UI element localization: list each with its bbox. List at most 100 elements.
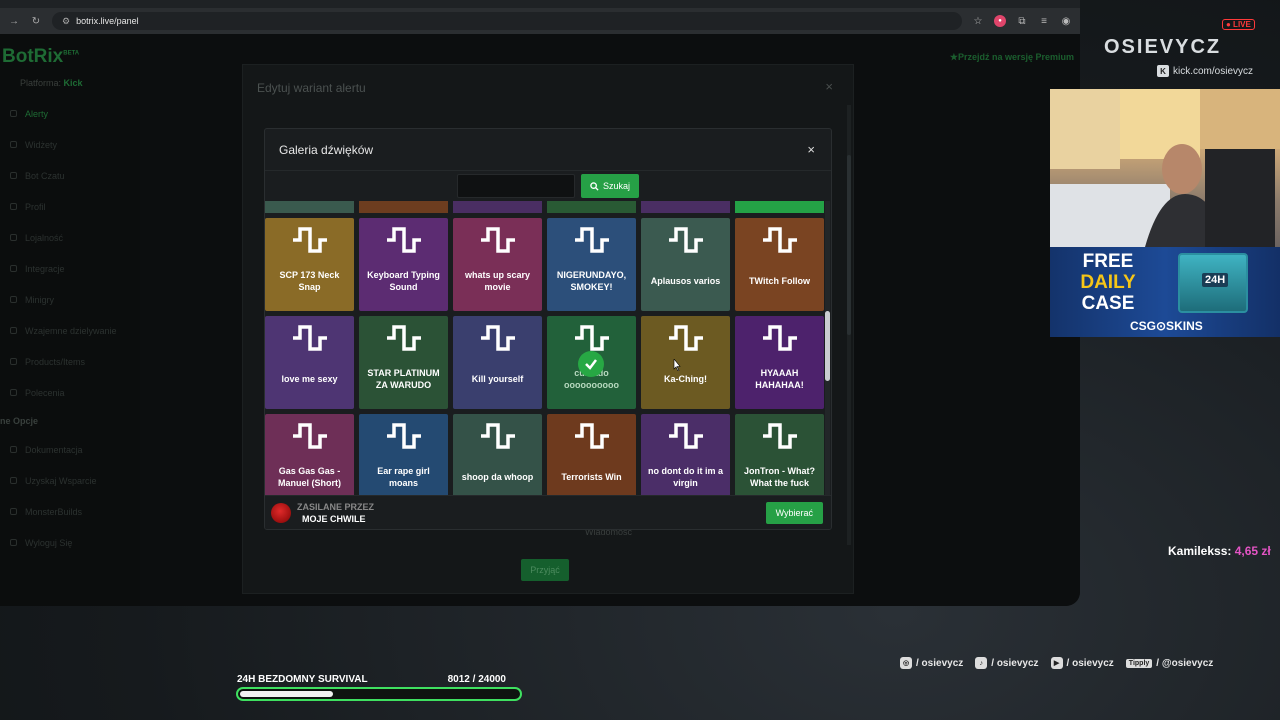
sound-wave-icon — [385, 324, 423, 352]
stream-frame: → ↻ ⚙ botrix.live/panel ☆ ● ⧉ ≡ ◉ BotRix… — [0, 0, 1280, 720]
social-handle: / osievycz — [1066, 657, 1114, 669]
goal-progress-bar — [236, 687, 522, 701]
choose-button[interactable]: Wybierać — [765, 501, 823, 524]
sound-wave-icon — [667, 226, 705, 254]
sound-tile[interactable]: love me sexy — [265, 316, 354, 409]
sidebar-item-icon — [10, 508, 17, 515]
search-button-label: Szukaj — [602, 181, 630, 191]
sound-tile[interactable]: SCP 173 Neck Snap — [265, 218, 354, 311]
botrix-logo[interactable]: BotRixBETA — [0, 46, 140, 68]
sound-tile[interactable]: Ear rape girl moans — [359, 414, 448, 497]
sound-tile[interactable]: Gas Gas Gas - Manuel (Short) — [265, 414, 354, 497]
sidebar-item[interactable]: Wzajemne dzielywanie — [0, 315, 140, 346]
sidebar-item[interactable]: Dokumentacja — [0, 434, 140, 465]
sound-search-input[interactable] — [456, 174, 575, 198]
reading-list-icon[interactable]: ≡ — [1038, 15, 1050, 27]
accept-button[interactable]: Przyjąć — [521, 559, 569, 581]
reload-icon[interactable]: ↻ — [30, 16, 42, 27]
promo-headline: FREE DAILY CASE — [1078, 251, 1138, 314]
promo-line-3: CASE — [1081, 293, 1135, 314]
sidebar-section-heading: ne Opcje — [0, 416, 39, 426]
sound-tile[interactable]: STAR PLATINUM ZA WARUDO — [359, 316, 448, 409]
premium-link[interactable]: ★Przejdź na wersję Premium — [950, 52, 1074, 63]
sound-tile[interactable]: JonTron - What? What the fuck — [735, 414, 824, 497]
sound-tile[interactable]: Kill yourself — [453, 316, 542, 409]
sidebar-item[interactable]: Bot Czatu — [0, 160, 140, 191]
sidebar-item-label: Widżety — [25, 139, 58, 150]
sidebar-item[interactable]: Profil — [0, 191, 140, 222]
powered-by: ZASILANE PRZEZ MOJE CHWILE — [271, 501, 374, 525]
sidebar-item[interactable]: Integracje — [0, 253, 140, 284]
social-links: ◎ / osievycz ♪ / osievycz ▶ / osievycz Tipply /… — [900, 657, 1213, 669]
sidebar-item[interactable]: Uzyskaj Wsparcie — [0, 465, 140, 496]
sound-tile[interactable]: NIGERUNDAYO, SMOKEY! — [547, 218, 636, 311]
extensions-icon[interactable]: ⧉ — [1016, 15, 1028, 27]
sidebar-nav: Alerty Widżety Bot Czatu Profil Lojalność Int… — [0, 98, 140, 558]
outer-modal-title: Edytuj wariant alertu — [257, 81, 366, 95]
promo-brand: CSG⊙SKINS — [1130, 319, 1203, 333]
donor-name: Kamilekss: — [1168, 544, 1232, 558]
sound-tile-label: SCP 173 Neck Snap — [279, 270, 340, 292]
sidebar-item[interactable]: Wyloguj Się — [0, 527, 140, 558]
channel-name: OSIEVYCZ — [1104, 36, 1222, 58]
instagram-icon: ◎ — [900, 657, 912, 669]
outer-close-icon[interactable]: × — [825, 79, 833, 94]
previous-row-partial — [265, 201, 827, 213]
sound-tile[interactable]: Aplausos varios — [641, 218, 730, 311]
sound-tile-label: NIGERUNDAYO, SMOKEY! — [556, 270, 627, 292]
sidebar-item-label: MonsterBuilds — [25, 506, 83, 517]
sound-tile[interactable]: shoop da whoop — [453, 414, 542, 497]
goal-progress: 8012 / 24000 — [447, 674, 506, 685]
forward-icon[interactable]: → — [8, 16, 20, 27]
sidebar-item[interactable]: Widżety — [0, 129, 140, 160]
partial-sound-tile[interactable] — [641, 201, 730, 213]
sound-wave-icon — [667, 324, 705, 352]
sound-tile[interactable]: Keyboard Typing Sound — [359, 218, 448, 311]
sound-tile[interactable]: Terrorists Win — [547, 414, 636, 497]
sidebar-item-label: Integracje — [25, 263, 65, 274]
webcam-feed — [1050, 89, 1280, 247]
bookmark-star-icon[interactable]: ☆ — [972, 15, 984, 27]
sound-wave-icon — [667, 422, 705, 450]
sound-tile[interactable]: whats up scary movie — [453, 218, 542, 311]
sound-tile[interactable]: Ka-Ching! — [641, 316, 730, 409]
partial-sound-tile[interactable] — [265, 201, 354, 213]
sidebar-item[interactable]: Lojalność — [0, 222, 140, 253]
sound-tile[interactable]: cuidado oooooooooo — [547, 316, 636, 409]
search-button[interactable]: Szukaj — [580, 174, 639, 198]
sound-tile-label: Keyboard Typing Sound — [367, 270, 440, 292]
sound-tile[interactable]: HYAAAH HAHAHAA! — [735, 316, 824, 409]
gallery-scrollbar[interactable] — [825, 201, 830, 497]
powered-by-name: MOJE CHWILE — [302, 513, 366, 524]
sound-wave-icon — [479, 226, 517, 254]
sound-tile[interactable]: TWitch Follow — [735, 218, 824, 311]
sound-tile[interactable]: no dont do it im a virgin — [641, 414, 730, 497]
partial-sound-tile[interactable] — [735, 201, 824, 213]
partial-sound-tile[interactable] — [547, 201, 636, 213]
url-field[interactable]: ⚙ botrix.live/panel — [52, 12, 962, 30]
gallery-close-icon[interactable]: × — [807, 142, 815, 157]
sidebar-item[interactable]: Minigry — [0, 284, 140, 315]
site-info-icon[interactable]: ⚙ — [62, 16, 70, 27]
sidebar-item[interactable]: Products/Items — [0, 346, 140, 377]
donation-alert: Kamilekss: 4,65 zł — [1168, 544, 1271, 558]
csgoskins-promo: FREE DAILY CASE 24H CSG⊙SKINS — [1050, 247, 1280, 337]
extension-record-icon[interactable]: ● — [994, 15, 1006, 27]
sound-wave-icon — [761, 422, 799, 450]
sidebar-item[interactable]: Polecenia — [0, 377, 140, 408]
sidebar-item-icon — [10, 265, 17, 272]
sidebar-item-icon — [10, 446, 17, 453]
partial-sound-tile[interactable] — [359, 201, 448, 213]
sidebar: BotRixBETA Platforma: Kick Alerty Widżety… — [0, 34, 140, 606]
partial-sound-tile[interactable] — [453, 201, 542, 213]
sidebar-item-label: Alerty — [25, 108, 49, 119]
sidebar-item[interactable]: MonsterBuilds — [0, 496, 140, 527]
sound-grid: SCP 173 Neck Snap Keyboard Typing Sound wh… — [265, 201, 827, 497]
sidebar-item[interactable]: Alerty — [0, 98, 140, 129]
promo-line-1: FREE — [1082, 251, 1134, 272]
sound-tile-label: Ka-Ching! — [664, 374, 707, 384]
outer-scrollbar[interactable] — [847, 105, 851, 545]
premium-label: Przejdź na wersję Premium — [957, 52, 1074, 62]
sidebar-item-icon — [10, 203, 17, 210]
profile-icon[interactable]: ◉ — [1060, 15, 1072, 27]
